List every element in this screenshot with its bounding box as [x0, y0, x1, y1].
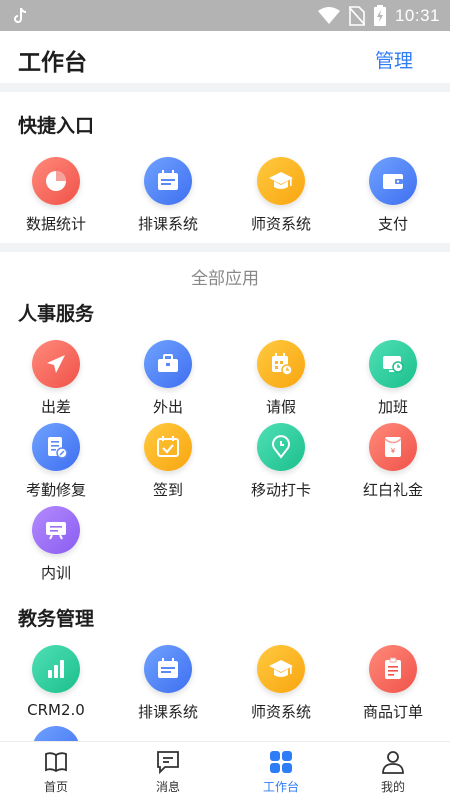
svg-text:¥: ¥: [391, 447, 396, 455]
tile-label: 内训: [40, 564, 71, 582]
training-board-icon: [32, 506, 80, 554]
section-divider: [0, 243, 450, 252]
header: 工作台 管理: [0, 31, 450, 83]
tile-label: 出差: [40, 398, 71, 416]
tab-label: 首页: [43, 780, 68, 794]
red-envelope-icon: ¥: [369, 423, 417, 471]
battery-charging-icon: [373, 5, 386, 26]
edu-management-title: 教务管理: [18, 608, 95, 630]
tile-label: 签到: [152, 481, 183, 499]
tile-label: 师资系统: [250, 215, 311, 233]
calendar-clock-icon: [257, 340, 305, 388]
tile-label: 请假: [265, 398, 296, 416]
briefcase-icon: [144, 340, 192, 388]
tile-label: 数据统计: [25, 215, 86, 233]
document-edit-icon: [32, 423, 80, 471]
edu-item-crm[interactable]: CRM2.0: [0, 645, 112, 719]
user-icon: [382, 751, 404, 774]
tile-label: 加班: [377, 398, 408, 416]
grid-icon: [270, 751, 292, 773]
hr-item-overtime[interactable]: 加班: [337, 340, 449, 417]
tab-label: 工作台: [262, 780, 299, 794]
tab-bar: 首页 消息 工作台 我的: [0, 741, 450, 800]
book-icon: [45, 752, 67, 773]
quick-entry-title: 快捷入口: [18, 115, 95, 137]
monitor-clock-icon: [369, 340, 417, 388]
hr-item-training[interactable]: 内训: [0, 506, 112, 583]
airplane-icon: [32, 340, 80, 388]
tiktok-icon: [14, 7, 27, 23]
edu-item-teachers[interactable]: 师资系统: [225, 645, 337, 722]
page-title: 工作台: [18, 50, 87, 76]
edu-item-schedule[interactable]: 排课系统: [112, 645, 224, 722]
tile-label: 移动打卡: [250, 481, 311, 499]
tile-label: CRM2.0: [27, 701, 85, 719]
calendar-check-icon: [144, 423, 192, 471]
quick-entry-item-data-stats[interactable]: 数据统计: [0, 157, 112, 234]
pie-chart-icon: [32, 157, 80, 205]
wallet-icon: [369, 157, 417, 205]
all-apps-label: 全部应用: [191, 269, 259, 289]
section-divider: [0, 83, 450, 92]
tile-label: 支付: [377, 215, 408, 233]
tab-label: 我的: [380, 780, 405, 794]
hr-item-mobile-clock-in[interactable]: 移动打卡: [225, 423, 337, 500]
location-clock-icon: [257, 423, 305, 471]
quick-entry-item-teachers[interactable]: 师资系统: [225, 157, 337, 234]
hr-item-gift-money[interactable]: ¥ 红白礼金: [337, 423, 449, 500]
bar-chart-icon: [32, 645, 80, 693]
wifi-icon: [317, 6, 340, 24]
tab-workbench[interactable]: 工作台: [225, 742, 337, 800]
tab-label: 消息: [155, 780, 180, 794]
hr-item-go-out[interactable]: 外出: [112, 340, 224, 417]
tab-messages[interactable]: 消息: [112, 742, 224, 800]
hr-item-attendance-fix[interactable]: 考勤修复: [0, 423, 112, 500]
message-icon: [157, 751, 179, 775]
tab-me[interactable]: 我的: [337, 742, 449, 800]
manage-button[interactable]: 管理: [375, 46, 413, 73]
quick-entry-item-schedule[interactable]: 排课系统: [112, 157, 224, 234]
graduation-cap-icon: [257, 645, 305, 693]
schedule-icon: [144, 645, 192, 693]
tile-label: 排课系统: [137, 703, 198, 721]
hr-item-sign-in[interactable]: 签到: [112, 423, 224, 500]
status-bar: 10:31: [0, 0, 450, 31]
hr-services-title: 人事服务: [18, 303, 95, 325]
schedule-icon: [144, 157, 192, 205]
status-time: 10:31: [394, 5, 440, 25]
graduation-cap-icon: [257, 157, 305, 205]
tile-label: 红白礼金: [362, 481, 423, 499]
tile-label: 外出: [152, 398, 183, 416]
quick-entry-item-payment[interactable]: 支付: [337, 157, 449, 234]
edu-item-product-orders[interactable]: 商品订单: [337, 645, 449, 722]
order-list-icon: [369, 645, 417, 693]
tile-label: 商品订单: [362, 703, 423, 721]
no-sim-icon: [348, 5, 365, 26]
hr-item-business-trip[interactable]: 出差: [0, 340, 112, 417]
tile-label: 师资系统: [250, 703, 311, 721]
hr-item-leave[interactable]: 请假: [225, 340, 337, 417]
tab-home[interactable]: 首页: [0, 742, 112, 800]
tile-label: 考勤修复: [25, 481, 86, 499]
tile-label: 排课系统: [137, 215, 198, 233]
